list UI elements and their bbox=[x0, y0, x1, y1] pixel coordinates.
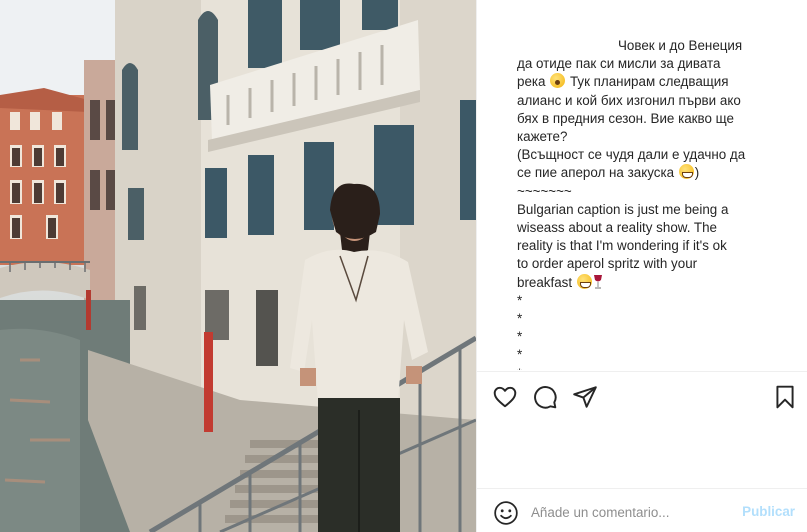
grinning-emoji-icon bbox=[678, 164, 694, 180]
caption-line: ~~~~~~~ bbox=[517, 183, 572, 199]
post-side-panel: Човек и до Венеция да отиде пак си мисли… bbox=[476, 0, 807, 532]
caption-line: * bbox=[517, 329, 523, 345]
caption-line: да отиде пак си мисли за дивата bbox=[517, 56, 721, 72]
caption-line: Bulgarian caption is just me being a bbox=[517, 201, 729, 217]
caption-text: река bbox=[517, 74, 546, 90]
caption-line: бях в предния сезон. Вие какво ще bbox=[517, 110, 734, 126]
post-photo[interactable] bbox=[0, 0, 476, 532]
heart-icon bbox=[493, 386, 517, 408]
caption-line: wiseass about a reality show. The bbox=[517, 220, 717, 236]
caption-text: се пие аперол на закуска bbox=[517, 165, 675, 181]
caption-text: ) bbox=[694, 165, 700, 181]
like-button[interactable] bbox=[492, 384, 518, 410]
caption-line: reality is that I'm wondering if it's ok bbox=[517, 238, 727, 254]
caption-line: Човек и до Венеция bbox=[618, 38, 743, 53]
bookmark-icon bbox=[776, 385, 794, 409]
smiley-icon bbox=[494, 501, 518, 525]
astonished-emoji-icon bbox=[550, 73, 566, 89]
venice-canal-photo bbox=[0, 0, 476, 532]
paper-plane-icon bbox=[573, 386, 597, 408]
post-actions-bar bbox=[477, 371, 807, 421]
caption-line: алианс и кой бих изгонил първи ако bbox=[517, 92, 741, 108]
post-caption: Човек и до Венеция да отиде пак си мисли… bbox=[517, 0, 785, 370]
caption-line: река Тук планирам следващия bbox=[517, 73, 785, 91]
share-button[interactable] bbox=[572, 384, 598, 410]
caption-line: се пие аперол на закуска ) bbox=[517, 164, 785, 182]
caption-line: * bbox=[517, 292, 523, 308]
caption-line: (Всъщност се чудя дали е удачно да bbox=[517, 147, 746, 163]
comment-icon bbox=[534, 386, 557, 409]
caption-line: * bbox=[517, 365, 785, 370]
comment-button[interactable] bbox=[532, 384, 558, 410]
save-button[interactable] bbox=[772, 384, 798, 410]
comment-input[interactable] bbox=[531, 499, 731, 525]
wine-glass-emoji-icon bbox=[593, 274, 602, 289]
caption-line: breakfast bbox=[517, 273, 785, 292]
post-comment-button[interactable]: Publicar bbox=[742, 504, 795, 519]
caption-text: Тук планирам следващия bbox=[569, 74, 729, 90]
caption-line: * bbox=[517, 347, 523, 363]
caption-line: кажете? bbox=[517, 129, 568, 145]
grinning-emoji-icon bbox=[576, 273, 592, 289]
caption-line: * bbox=[517, 311, 523, 327]
add-comment-bar: Publicar bbox=[477, 488, 807, 532]
caption-line: to order aperol spritz with your bbox=[517, 256, 698, 272]
caption-text: breakfast bbox=[517, 274, 573, 290]
emoji-picker-button[interactable] bbox=[493, 500, 519, 526]
